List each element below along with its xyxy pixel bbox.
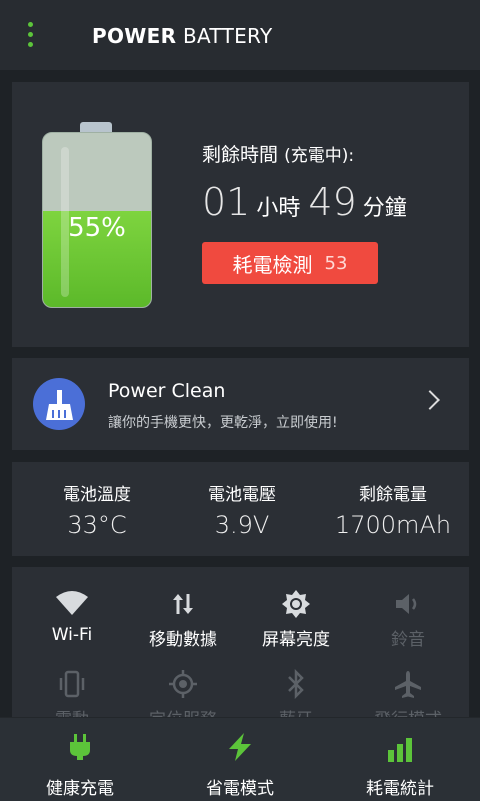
chevron-right-icon: [420, 390, 440, 410]
nav-power-stats[interactable]: 耗電統計: [320, 718, 480, 801]
bluetooth-icon: [241, 667, 351, 701]
app-bar: POWER BATTERY: [0, 0, 480, 70]
bottom-navigation: 健康充電 省電模式 耗電統計: [0, 717, 480, 801]
menu-icon[interactable]: [28, 22, 38, 50]
bar-chart-icon: [320, 718, 480, 762]
power-clean-card[interactable]: Power Clean 讓你的手機更快，更乾淨，立即使用!: [12, 358, 469, 450]
volume-icon: [353, 587, 463, 621]
battery-percent: 55%: [68, 213, 126, 243]
plug-icon: [0, 718, 160, 762]
battery-stats-card: 電池溫度 33°C 電池電壓 3.9V 剩餘電量 1700mAh: [12, 462, 469, 556]
toggle-wifi[interactable]: Wi-Fi: [17, 587, 127, 645]
quick-toggles-card: Wi-Fi 移動數據 屏幕亮度 鈴音: [12, 567, 469, 730]
remaining-hours: 01: [202, 180, 251, 224]
power-clean-title: Power Clean: [108, 380, 226, 402]
battery-card: 55% 剩餘時間 (充電中): 01 小時 49 分鐘 耗電檢測 53: [12, 82, 469, 347]
vibrate-icon: [17, 667, 127, 701]
stat-voltage: 電池電壓 3.9V: [208, 485, 276, 539]
location-icon: [128, 667, 238, 701]
lightning-icon: [160, 718, 320, 762]
remaining-time-label: 剩餘時間 (充電中):: [202, 144, 355, 166]
nav-power-saving[interactable]: 省電模式: [160, 718, 320, 801]
remaining-minutes: 49: [308, 180, 357, 224]
stat-temperature: 電池溫度 33°C: [63, 485, 131, 539]
battery-icon: 55%: [42, 122, 152, 308]
mobile-data-icon: [128, 587, 238, 621]
broom-icon: [33, 378, 85, 430]
app-title: POWER BATTERY: [92, 24, 273, 48]
brightness-icon: [241, 587, 351, 621]
toggle-ringtone[interactable]: 鈴音: [353, 587, 463, 650]
toggle-mobile-data[interactable]: 移動數據: [128, 587, 238, 650]
stat-remaining-capacity: 剩餘電量 1700mAh: [334, 485, 452, 539]
wifi-icon: [17, 587, 127, 621]
detect-count-badge: 53: [324, 252, 348, 274]
power-detect-button[interactable]: 耗電檢測 53: [202, 242, 378, 284]
nav-healthy-charging[interactable]: 健康充電: [0, 718, 160, 801]
remaining-time: 01 小時 49 分鐘: [202, 180, 407, 224]
power-clean-subtitle: 讓你的手機更快，更乾淨，立即使用!: [108, 415, 338, 431]
toggle-brightness[interactable]: 屏幕亮度: [241, 587, 351, 650]
airplane-icon: [353, 667, 463, 701]
